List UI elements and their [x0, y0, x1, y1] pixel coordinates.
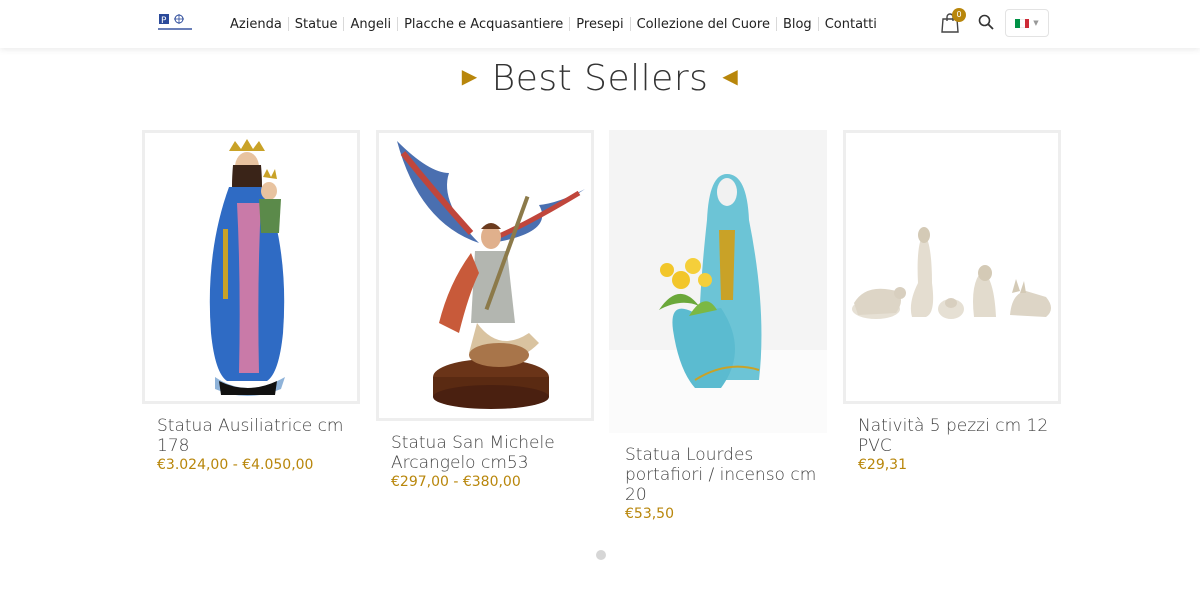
product-name[interactable]: Natività 5 pezzi cm 12 PVC	[858, 416, 1058, 456]
product-image[interactable]	[376, 130, 594, 421]
brand-logo[interactable]: P	[157, 12, 193, 34]
triangle-left-icon: ◀	[722, 64, 739, 88]
product-price: €53,50	[625, 506, 674, 522]
carousel-dot[interactable]	[596, 550, 606, 560]
chevron-down-icon: ▼	[1033, 19, 1039, 27]
main-nav: Azienda Statue Angeli Placche e Acquasan…	[230, 0, 883, 48]
nav-item-statue[interactable]: Statue	[289, 17, 344, 32]
nav-item-presepi[interactable]: Presepi	[570, 17, 629, 32]
nav-item-contatti[interactable]: Contatti	[819, 17, 883, 32]
cart-count-badge: 0	[952, 8, 966, 22]
statue-san-michele-image	[397, 141, 585, 409]
section-title: Best Sellers	[491, 58, 709, 99]
language-selector[interactable]: ▼	[1005, 9, 1049, 37]
product-image[interactable]	[142, 130, 360, 404]
site-header: P Azienda Statue Angeli Placche e Acquas…	[0, 0, 1200, 48]
nativity-set-image	[852, 227, 1051, 319]
nav-item-angeli[interactable]: Angeli	[344, 17, 397, 32]
product-name[interactable]: Statua Lourdes portafiori / incenso cm 2…	[625, 445, 825, 505]
nav-item-collezione[interactable]: Collezione del Cuore	[631, 17, 776, 32]
statue-lourdes-image	[609, 130, 827, 433]
nav-item-azienda[interactable]: Azienda	[230, 17, 288, 32]
nav-item-blog[interactable]: Blog	[777, 17, 818, 32]
product-price: €3.024,00 - €4.050,00	[157, 457, 314, 473]
product-price: €297,00 - €380,00	[391, 474, 521, 490]
product-image[interactable]	[609, 130, 827, 433]
nav-item-placche[interactable]: Placche e Acquasantiere	[398, 17, 569, 32]
italian-flag-icon	[1015, 18, 1030, 28]
product-name[interactable]: Statua San Michele Arcangelo cm53	[391, 433, 591, 473]
triangle-right-icon: ▶	[461, 64, 478, 88]
product-name[interactable]: Statua Ausiliatrice cm 178	[157, 416, 357, 456]
statue-ausiliatrice-image	[209, 139, 285, 396]
product-price: €29,31	[858, 457, 907, 473]
product-image[interactable]	[843, 130, 1061, 404]
search-icon[interactable]	[978, 14, 994, 30]
svg-text:P: P	[161, 16, 167, 26]
section-heading: ▶ Best Sellers ◀	[0, 58, 1200, 99]
